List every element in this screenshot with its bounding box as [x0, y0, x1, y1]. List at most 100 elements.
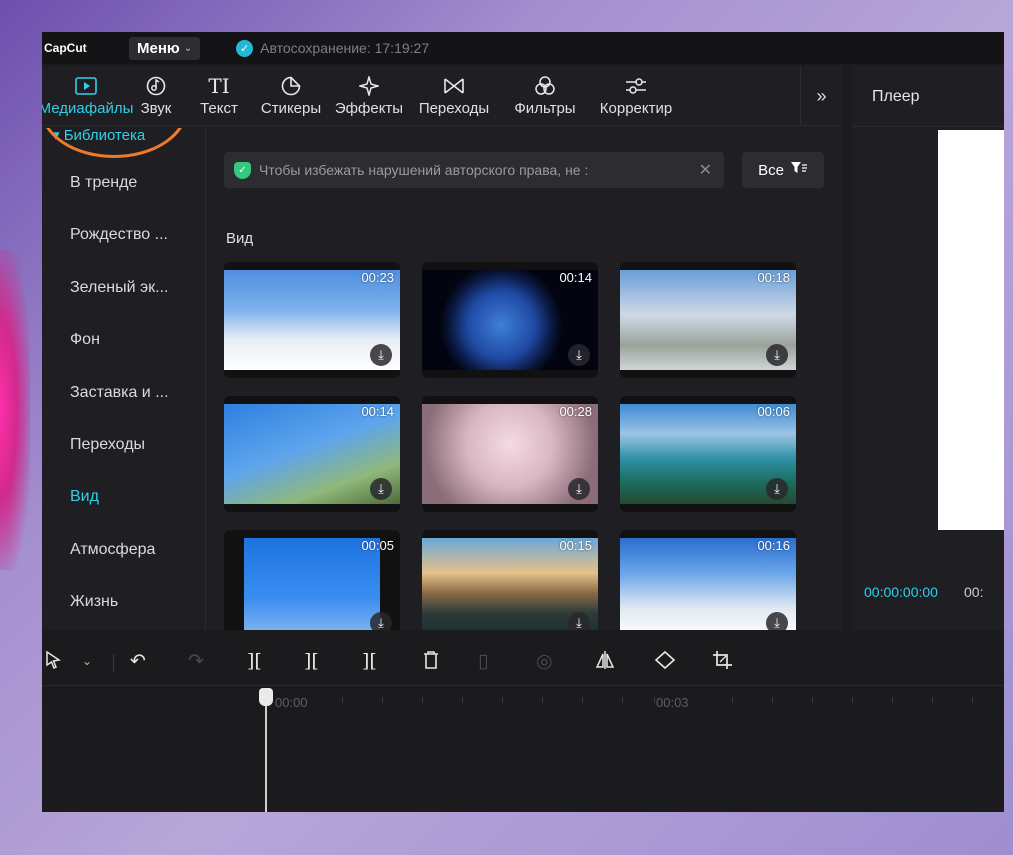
- video-thumbnail[interactable]: 00:16 ⤓: [620, 530, 796, 630]
- tab-stickers[interactable]: Стикеры: [252, 66, 330, 126]
- sticker-icon: [281, 74, 301, 98]
- adjust-icon: [625, 74, 647, 98]
- download-icon[interactable]: ⤓: [766, 612, 788, 630]
- chevron-down-icon: ⌄: [183, 42, 193, 54]
- playhead-handle[interactable]: [259, 688, 273, 706]
- menu-button[interactable]: Меню ⌄: [129, 36, 201, 60]
- select-tool-icon[interactable]: [44, 650, 64, 676]
- filter-icon: [534, 74, 556, 98]
- tab-effects[interactable]: Эффекты: [330, 66, 408, 126]
- ruler-tick: [382, 697, 383, 703]
- highlight-annotation: [42, 128, 188, 158]
- video-thumbnail[interactable]: 00:05 ⤓: [224, 530, 400, 630]
- title-bar: CapCut Меню ⌄ ✓ Автосохранение: 17:19:27: [42, 32, 1004, 64]
- filter-label: Все: [758, 161, 784, 179]
- undo-icon[interactable]: ↶: [130, 650, 146, 673]
- video-thumbnail[interactable]: 00:15 ⤓: [422, 530, 598, 630]
- crop-icon[interactable]: [712, 650, 734, 676]
- thumbnail-image: [244, 538, 380, 630]
- mirror-icon[interactable]: [594, 650, 616, 676]
- duration-label: 00:05: [361, 538, 394, 553]
- play-circle-icon[interactable]: ◎: [536, 650, 553, 673]
- category-background[interactable]: Фон: [70, 331, 100, 349]
- duration-label: 00:18: [757, 270, 790, 285]
- ruler-tick: [812, 697, 813, 703]
- autosave-text: Автосохранение: 17:19:27: [260, 40, 430, 56]
- tab-effects-label: Эффекты: [334, 100, 404, 117]
- video-thumbnail[interactable]: 00:18 ⤓: [620, 262, 796, 378]
- category-atmosphere[interactable]: Атмосфера: [70, 541, 155, 559]
- freeze-icon[interactable]: ▯: [478, 650, 488, 673]
- video-thumbnail[interactable]: 00:23 ⤓: [224, 262, 400, 378]
- download-icon[interactable]: ⤓: [370, 612, 392, 630]
- chevron-down-icon[interactable]: ⌄: [82, 654, 92, 668]
- category-transitions[interactable]: Переходы: [70, 436, 145, 454]
- split-right-icon[interactable]: ][: [362, 650, 377, 672]
- check-icon: ✓: [236, 39, 254, 57]
- split-left-icon[interactable]: ][: [304, 650, 319, 672]
- toolbar-separator: [113, 654, 114, 672]
- category-christmas[interactable]: Рождество ...: [70, 226, 168, 244]
- tab-adjust-label: Корректир: [599, 100, 673, 117]
- rotate-icon[interactable]: [654, 650, 676, 676]
- duration-label: 00:28: [559, 404, 592, 419]
- ruler-tick: [732, 697, 733, 703]
- tab-text[interactable]: TI Текст: [186, 66, 252, 126]
- track-header: [42, 687, 192, 812]
- duration-label: 00:15: [559, 538, 592, 553]
- player-preview[interactable]: [938, 130, 1004, 530]
- transition-icon: [443, 74, 465, 98]
- tab-media-label: Медиафайлы: [42, 100, 134, 117]
- download-icon[interactable]: ⤓: [568, 612, 590, 630]
- category-view[interactable]: Вид: [70, 488, 99, 506]
- download-icon[interactable]: ⤓: [568, 478, 590, 500]
- player-panel: Плеер 00:00:00:00 00:: [852, 66, 1004, 630]
- current-time: 00:00:00:00: [864, 584, 938, 600]
- tab-media[interactable]: Медиафайлы: [42, 66, 138, 126]
- video-thumbnail[interactable]: 00:06 ⤓: [620, 396, 796, 512]
- download-icon[interactable]: ⤓: [370, 344, 392, 366]
- category-green-screen[interactable]: Зеленый эк...: [70, 279, 168, 297]
- timeline[interactable]: 00:00 00:03: [42, 687, 1004, 812]
- capcut-window: CapCut Меню ⌄ ✓ Автосохранение: 17:19:27…: [42, 32, 1004, 812]
- section-title: Вид: [226, 230, 254, 247]
- player-divider: [852, 126, 1004, 127]
- tab-transitions-label: Переходы: [418, 100, 490, 117]
- playhead[interactable]: [265, 697, 267, 812]
- ruler-tick: [622, 697, 623, 703]
- app-logo: CapCut: [44, 41, 87, 55]
- tab-audio[interactable]: Звук: [134, 66, 178, 126]
- tab-adjust[interactable]: Корректир: [590, 66, 682, 126]
- ruler-tick: [852, 697, 853, 703]
- duration-label: 00:14: [559, 270, 592, 285]
- text-icon: TI: [208, 74, 230, 98]
- category-intro[interactable]: Заставка и ...: [70, 384, 169, 402]
- close-icon[interactable]: ✕: [699, 160, 712, 180]
- video-thumbnail[interactable]: 00:14 ⤓: [422, 262, 598, 378]
- tab-audio-label: Звук: [140, 100, 172, 117]
- tab-text-label: Текст: [200, 100, 238, 117]
- duration-label: 00:16: [757, 538, 790, 553]
- download-icon[interactable]: ⤓: [568, 344, 590, 366]
- delete-icon[interactable]: [422, 650, 440, 676]
- filter-all-button[interactable]: Все: [742, 152, 824, 188]
- video-thumbnail[interactable]: 00:28 ⤓: [422, 396, 598, 512]
- ruler-tick: [972, 697, 973, 703]
- tab-filters[interactable]: Фильтры: [500, 66, 590, 126]
- split-icon[interactable]: ][: [247, 650, 262, 672]
- category-trending[interactable]: В тренде: [70, 174, 137, 192]
- download-icon[interactable]: ⤓: [766, 344, 788, 366]
- category-life[interactable]: Жизнь: [70, 593, 118, 611]
- ruler-tick: [502, 697, 503, 703]
- ruler-tick: [462, 697, 463, 703]
- download-icon[interactable]: ⤓: [766, 478, 788, 500]
- ruler-tick: [582, 697, 583, 703]
- ruler-tick: [342, 697, 343, 703]
- download-icon[interactable]: ⤓: [370, 478, 392, 500]
- more-tabs-button[interactable]: »: [800, 66, 842, 126]
- tab-transitions[interactable]: Переходы: [408, 66, 500, 126]
- duration-label: 00:14: [361, 404, 394, 419]
- timeline-toolbar: ⌄ ↶ ↷ ][ ][ ][ ▯ ◎: [42, 636, 1004, 686]
- redo-icon[interactable]: ↷: [188, 650, 204, 673]
- video-thumbnail[interactable]: 00:14 ⤓: [224, 396, 400, 512]
